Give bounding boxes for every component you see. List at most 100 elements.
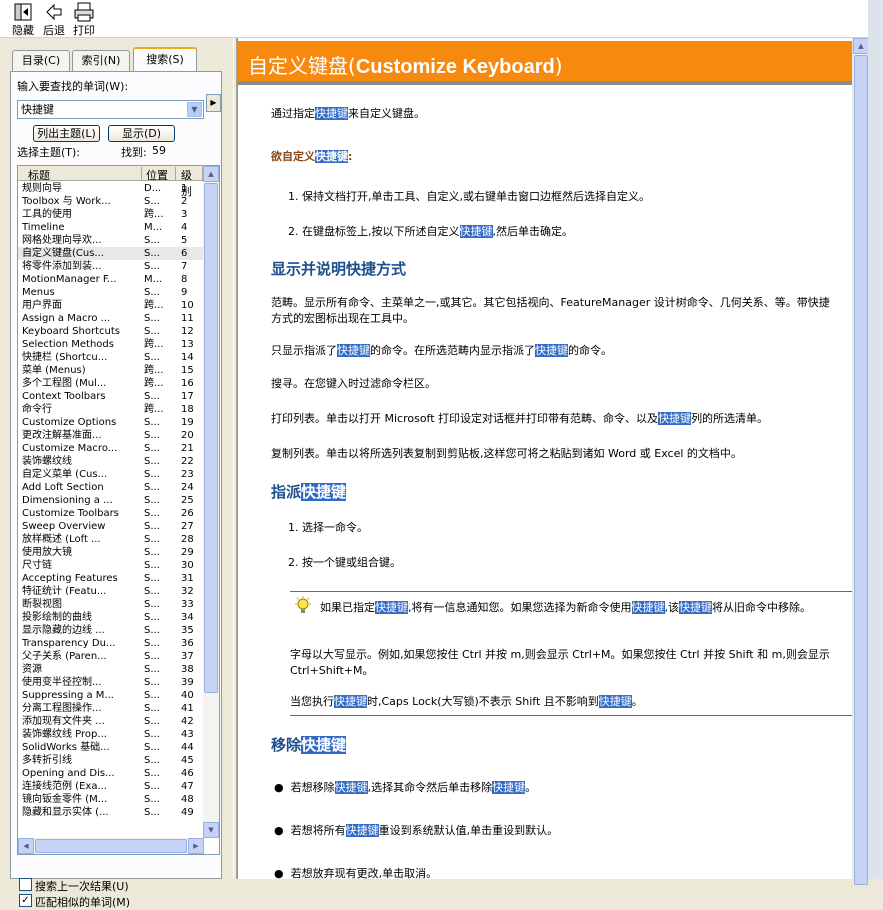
list-item[interactable]: Accepting Features S... 31 (18, 572, 203, 585)
result-rank: 24 (181, 482, 194, 493)
list-item[interactable]: 父子关系 (Paren... S... 37 (18, 650, 203, 663)
content-vertical-scrollbar[interactable]: ▲ (852, 38, 869, 885)
scroll-down-icon[interactable]: ▼ (203, 822, 219, 838)
search-previous-label: 搜索上一次结果(U) (35, 880, 129, 893)
list-item[interactable]: 隐藏和显示实体 (... S... 49 (18, 806, 203, 819)
match-similar-checkbox[interactable]: ✓ (19, 894, 32, 907)
result-rank: 12 (181, 326, 194, 337)
horizontal-scroll-thumb[interactable] (35, 839, 187, 853)
list-item[interactable]: 尺寸链 S... 30 (18, 559, 203, 572)
list-item[interactable]: Suppressing a M... S... 40 (18, 689, 203, 702)
result-location: S... (144, 599, 160, 610)
result-rank: 49 (181, 807, 194, 818)
result-title: 装饰螺纹线 Prop... (22, 729, 107, 740)
list-topics-button[interactable]: 列出主题(L) (33, 125, 100, 142)
print-label: 打印 (73, 24, 95, 37)
list-item[interactable]: 菜单 (Menus) 跨... 15 (18, 364, 203, 377)
list-item[interactable]: 快捷栏 (Shortcu... S... 14 (18, 351, 203, 364)
match-similar-label: 匹配相似的单词(M) (35, 896, 131, 909)
result-location: S... (144, 794, 160, 805)
list-item[interactable]: 装饰螺纹线 S... 22 (18, 455, 203, 468)
column-location[interactable]: 位置 (142, 167, 176, 182)
list-item[interactable]: 更改注解基准面... S... 20 (18, 429, 203, 442)
para-copy: 复制列表。单击以将所选列表复制到剪贴板,这样您可将之粘贴到诸如 Word 或 E… (271, 447, 742, 460)
list-item[interactable]: 工具的使用 跨... 3 (18, 208, 203, 221)
list-item[interactable]: 用户界面 跨... 10 (18, 299, 203, 312)
list-item[interactable]: 自定义键盘(Cus... S... 6 (18, 247, 203, 260)
list-item[interactable]: 特征统计 (Featu... S... 32 (18, 585, 203, 598)
display-button[interactable]: 显示(D) (108, 125, 175, 142)
result-rank: 8 (181, 274, 188, 285)
print-button[interactable]: 打印 (73, 2, 95, 38)
list-item[interactable]: 规则向导 D... 1 (18, 182, 203, 195)
result-rank: 30 (181, 560, 194, 571)
scroll-left-icon[interactable]: ◀ (18, 838, 34, 854)
search-input[interactable]: 快捷键 ▼ (17, 100, 204, 119)
list-item[interactable]: 放样概述 (Loft ... S... 28 (18, 533, 203, 546)
column-rank[interactable]: 级别 (176, 167, 203, 198)
list-item[interactable]: 断裂视图 S... 33 (18, 598, 203, 611)
list-item[interactable]: Context Toolbars S... 17 (18, 390, 203, 403)
list-item[interactable]: Dimensioning a ... S... 25 (18, 494, 203, 507)
list-item[interactable]: 多转折引线 S... 45 (18, 754, 203, 767)
list-item[interactable]: Menus S... 9 (18, 286, 203, 299)
list-item[interactable]: Assign a Macro ... S... 11 (18, 312, 203, 325)
back-button[interactable]: 后退 (43, 2, 65, 38)
list-item[interactable]: 装饰螺纹线 Prop... S... 43 (18, 728, 203, 741)
tab-index[interactable]: 索引(N) (72, 50, 130, 71)
list-item[interactable]: Timeline M... 4 (18, 221, 203, 234)
list-item[interactable]: MotionManager F... M... 8 (18, 273, 203, 286)
back-arrow-icon (46, 3, 62, 21)
list-item[interactable]: 命令行 跨... 18 (18, 403, 203, 416)
result-rank: 47 (181, 781, 194, 792)
list-item[interactable]: Customize Toolbars S... 26 (18, 507, 203, 520)
list-item[interactable]: 网格处理向导欢... S... 5 (18, 234, 203, 247)
list-item[interactable]: 分离工程图操作... S... 41 (18, 702, 203, 715)
search-previous-checkbox[interactable] (19, 878, 32, 891)
list-item[interactable]: 自定义菜单 (Cus... S... 23 (18, 468, 203, 481)
result-location: D... (144, 183, 162, 194)
list-item[interactable]: Keyboard Shortcuts S... 12 (18, 325, 203, 338)
list-item[interactable]: Customize Macro... S... 21 (18, 442, 203, 455)
result-location: S... (144, 768, 160, 779)
scroll-up-icon[interactable]: ▲ (203, 166, 219, 182)
scroll-right-icon[interactable]: ▶ (188, 838, 204, 854)
results-vertical-scrollbar[interactable]: ▲ ▼ (203, 166, 219, 838)
list-item[interactable]: 使用变半径控制... S... 39 (18, 676, 203, 689)
list-item[interactable]: 镜向钣金零件 (M... S... 48 (18, 793, 203, 806)
list-item[interactable]: Add Loft Section S... 24 (18, 481, 203, 494)
list-item[interactable]: Transparency Du... S... 36 (18, 637, 203, 650)
list-item[interactable]: 资源 S... 38 (18, 663, 203, 676)
results-list[interactable]: 标题 位置 级别 规则向导 D... 1 Toolbox 与 Work... S... 2… (17, 165, 220, 855)
content-scroll-up-icon[interactable]: ▲ (853, 38, 869, 54)
column-title[interactable]: 标题 (18, 167, 142, 182)
result-location: S... (144, 547, 160, 558)
result-title: 镜向钣金零件 (M... (22, 794, 108, 805)
results-horizontal-scrollbar[interactable]: ◀ ▶ (18, 838, 204, 854)
list-item[interactable]: 多个工程图 (Mul... 跨... 16 (18, 377, 203, 390)
result-rank: 13 (181, 339, 194, 350)
list-item[interactable]: 添加现有文件夹 ... S... 42 (18, 715, 203, 728)
result-location: S... (144, 521, 160, 532)
list-item[interactable]: 显示隐藏的边线 ... S... 35 (18, 624, 203, 637)
content-scroll-thumb[interactable] (854, 55, 868, 885)
list-item[interactable]: 连接线范例 (Exa... S... 47 (18, 780, 203, 793)
hide-button[interactable]: 隐藏 (12, 2, 34, 38)
list-item[interactable]: Opening and Dis... S... 46 (18, 767, 203, 780)
scroll-thumb[interactable] (204, 183, 218, 693)
chevron-down-icon[interactable]: ▼ (187, 102, 202, 117)
list-item[interactable]: Sweep Overview S... 27 (18, 520, 203, 533)
add-operator-button[interactable]: ▶ (206, 94, 221, 112)
result-title: 快捷栏 (Shortcu... (22, 352, 108, 363)
list-item[interactable]: Customize Options S... 19 (18, 416, 203, 429)
list-item[interactable]: SolidWorks 基础... S... 44 (18, 741, 203, 754)
tab-search[interactable]: 搜索(S) (133, 47, 197, 72)
tab-contents[interactable]: 目录(C) (12, 50, 70, 71)
list-item[interactable]: 使用放大镜 S... 29 (18, 546, 203, 559)
list-item[interactable]: Selection Methods 跨... 13 (18, 338, 203, 351)
list-item[interactable]: 投影绘制的曲线 S... 34 (18, 611, 203, 624)
list-item[interactable]: Toolbox 与 Work... S... 2 (18, 195, 203, 208)
result-rank: 45 (181, 755, 194, 766)
list-item[interactable]: 将零件添加到装... S... 7 (18, 260, 203, 273)
result-location: S... (144, 456, 160, 467)
